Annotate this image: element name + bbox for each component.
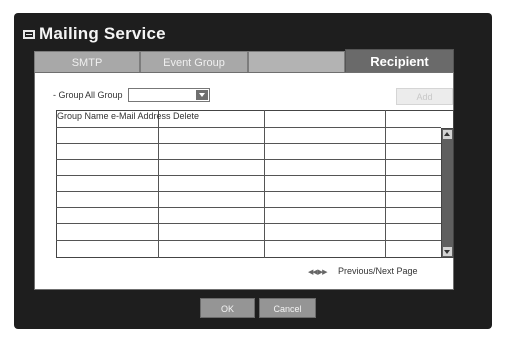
- recipient-table-grid: [56, 110, 441, 258]
- scroll-down-icon[interactable]: [443, 247, 452, 256]
- column-divider: [158, 110, 159, 258]
- table-header: Group Name e-Mail Address Delete: [57, 111, 200, 121]
- row-divider: [56, 175, 441, 176]
- tab-event-group[interactable]: Event Group: [140, 51, 248, 72]
- prev-next-icon[interactable]: ◀◀ ▶▶: [308, 268, 328, 276]
- row-divider: [56, 159, 441, 160]
- group-select[interactable]: [128, 88, 210, 102]
- group-filter-label: - Group: [53, 90, 84, 100]
- row-divider: [56, 223, 441, 224]
- prev-next-label[interactable]: Previous/Next Page: [338, 266, 418, 276]
- row-divider: [56, 207, 441, 208]
- column-divider: [385, 110, 386, 258]
- cancel-button[interactable]: Cancel: [259, 298, 316, 318]
- window-icon: [23, 30, 35, 39]
- tab-recipient[interactable]: Recipient: [345, 49, 454, 73]
- tab-bar: SMTP Event Group Recipient: [34, 49, 454, 73]
- chevron-down-icon[interactable]: [196, 90, 208, 100]
- row-divider: [56, 143, 441, 144]
- column-divider: [264, 110, 265, 258]
- group-select-value: All Group: [85, 90, 123, 100]
- row-divider: [56, 240, 441, 241]
- table-scrollbar[interactable]: [441, 128, 454, 258]
- tab-spacer: [248, 51, 345, 72]
- window-title: Mailing Service: [39, 24, 166, 43]
- scroll-up-icon[interactable]: [443, 130, 452, 139]
- header-divider: [56, 127, 441, 128]
- add-button[interactable]: Add: [396, 88, 453, 105]
- row-divider: [56, 191, 441, 192]
- ok-button[interactable]: OK: [200, 298, 255, 318]
- tab-smtp[interactable]: SMTP: [34, 51, 140, 72]
